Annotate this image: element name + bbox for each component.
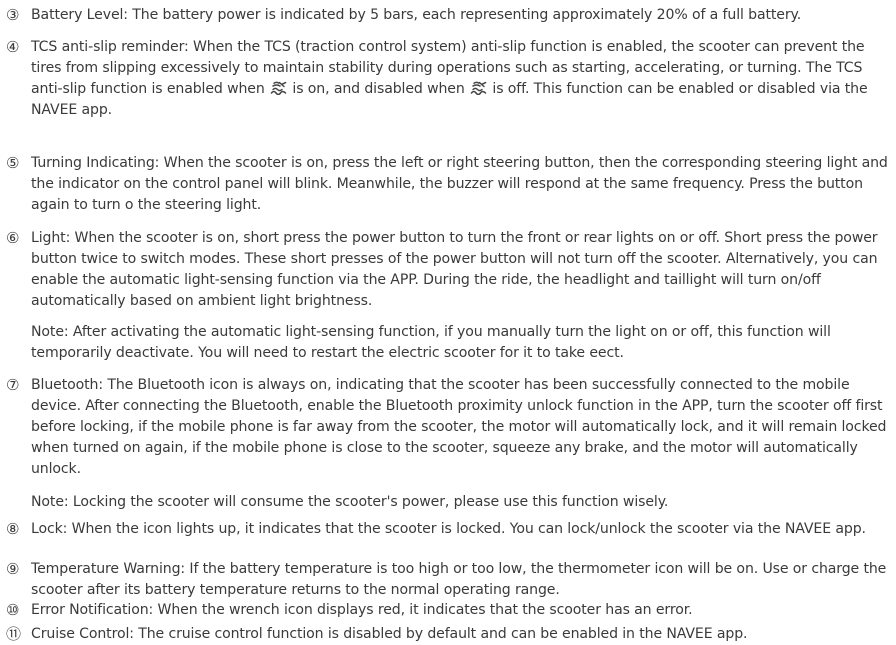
list-item-tcs-anti-slip: ④ TCS anti-slip reminder: When the TCS (…	[6, 37, 894, 121]
item-text-part: is on, and disabled when	[292, 81, 465, 97]
item-number: ⑦	[6, 376, 20, 394]
list-item-light: ⑥ Light: When the scooter is on, short p…	[6, 228, 894, 312]
tcs-icon	[270, 81, 287, 95]
note-bluetooth: Note: Locking the scooter will consume t…	[31, 494, 669, 510]
manual-page: ③ Battery Level: The battery power is in…	[0, 0, 896, 643]
tcs-icon	[470, 81, 487, 95]
list-item-error-notification: ⑩ Error Notification: When the wrench ic…	[6, 600, 894, 621]
item-text: Bluetooth: The Bluetooth icon is always …	[31, 377, 887, 477]
item-text: Turning Indicating: When the scooter is …	[31, 155, 888, 213]
list-item-lock: ⑧ Lock: When the icon lights up, it indi…	[6, 519, 894, 540]
list-item-turning-indicating: ⑤ Turning Indicating: When the scooter i…	[6, 153, 894, 216]
list-item-cruise-control: ⑪ Cruise Control: The cruise control fun…	[6, 624, 894, 645]
list-item-bluetooth: ⑦ Bluetooth: The Bluetooth icon is alway…	[6, 375, 894, 480]
item-text: Lock: When the icon lights up, it indica…	[31, 521, 866, 537]
item-text: Temperature Warning: If the battery temp…	[31, 561, 887, 598]
item-text: Battery Level: The battery power is indi…	[31, 7, 802, 23]
item-text: Error Notification: When the wrench icon…	[31, 602, 693, 618]
item-text: Light: When the scooter is on, short pre…	[31, 230, 878, 309]
item-number: ⑨	[6, 560, 20, 578]
item-number: ④	[6, 38, 20, 56]
item-number: ⑥	[6, 229, 20, 247]
item-number: ⑩	[6, 601, 20, 619]
list-item-temperature-warning: ⑨ Temperature Warning: If the battery te…	[6, 559, 894, 601]
item-number: ⑧	[6, 520, 20, 538]
item-number: ⑤	[6, 154, 20, 172]
item-number: ⑪	[6, 625, 21, 643]
list-item-battery-level: ③ Battery Level: The battery power is in…	[6, 5, 894, 26]
note-light: Note: After activating the automatic lig…	[31, 324, 831, 361]
item-text: TCS anti-slip reminder: When the TCS (tr…	[31, 37, 894, 121]
item-text: Cruise Control: The cruise control funct…	[31, 626, 748, 642]
item-number: ③	[6, 6, 20, 24]
